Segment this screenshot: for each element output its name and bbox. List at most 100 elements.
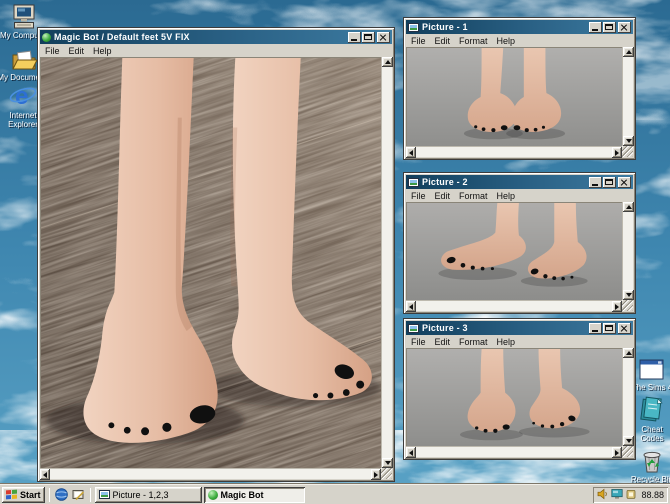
feet-render-3 xyxy=(407,349,622,446)
close-icon[interactable] xyxy=(618,22,631,33)
magic-bot-render-viewport xyxy=(40,57,381,468)
horizontal-scrollbar[interactable] xyxy=(406,300,622,311)
close-icon[interactable] xyxy=(377,32,390,43)
minimize-icon[interactable] xyxy=(589,177,602,188)
menu-item-file[interactable]: File xyxy=(411,191,426,201)
resize-grip[interactable] xyxy=(381,468,392,479)
window-title: Picture - 2 xyxy=(422,177,586,187)
menu-item-format[interactable]: Format xyxy=(459,36,488,46)
menu-item-edit[interactable]: Edit xyxy=(435,36,451,46)
horizontal-scrollbar[interactable] xyxy=(406,146,622,157)
scroll-down-icon[interactable] xyxy=(623,136,634,146)
volume-icon[interactable] xyxy=(597,488,609,502)
app-window-icon xyxy=(639,355,665,382)
resize-grip[interactable] xyxy=(622,300,633,311)
minimize-icon[interactable] xyxy=(348,32,361,43)
taskbar: Start Picture - 1,2,3 Magic Bot xyxy=(0,484,670,504)
magic-bot-window: Magic Bot / Default feet 5V FIX File Edi… xyxy=(37,27,395,482)
scroll-down-icon[interactable] xyxy=(382,458,393,468)
my-computer-icon xyxy=(12,3,36,30)
vertical-scrollbar[interactable] xyxy=(622,47,633,146)
magic-bot-orb-icon xyxy=(208,490,218,500)
magic-bot-menubar: File Edit Help xyxy=(40,44,392,57)
start-button[interactable]: Start xyxy=(2,487,45,503)
taskbar-task-magic-bot[interactable]: Magic Bot xyxy=(204,487,305,503)
scroll-up-icon[interactable] xyxy=(623,47,634,57)
menu-item-help[interactable]: Help xyxy=(497,337,516,347)
clock: 88.88 xyxy=(641,490,664,500)
maximize-icon[interactable] xyxy=(362,32,375,43)
close-icon[interactable] xyxy=(618,323,631,334)
window-title: Magic Bot / Default feet 5V FIX xyxy=(54,32,345,42)
taskbar-task-pictures[interactable]: Picture - 1,2,3 xyxy=(95,487,202,503)
close-icon[interactable] xyxy=(618,177,631,188)
picture-2-menubar: File Edit Format Help xyxy=(406,189,633,202)
menu-item-format[interactable]: Format xyxy=(459,191,488,201)
menu-item-file[interactable]: File xyxy=(45,46,60,56)
minimize-icon[interactable] xyxy=(589,323,602,334)
scroll-left-icon[interactable] xyxy=(406,147,416,158)
scroll-left-icon[interactable] xyxy=(406,447,416,458)
task-label: Picture - 1,2,3 xyxy=(113,490,169,500)
maximize-icon[interactable] xyxy=(603,177,616,188)
picture-icon xyxy=(408,178,419,187)
scroll-right-icon[interactable] xyxy=(612,447,622,458)
maximize-icon[interactable] xyxy=(603,323,616,334)
scroll-left-icon[interactable] xyxy=(40,469,50,480)
display-icon[interactable] xyxy=(611,488,623,502)
picture-2-titlebar[interactable]: Picture - 2 xyxy=(406,175,633,189)
menu-item-help[interactable]: Help xyxy=(93,46,112,56)
picture-2-viewport xyxy=(406,202,622,300)
vertical-scrollbar[interactable] xyxy=(381,57,392,468)
my-documents-icon xyxy=(11,45,37,72)
notebook-icon xyxy=(639,397,665,424)
picture-1-viewport xyxy=(406,47,622,146)
menu-item-file[interactable]: File xyxy=(411,36,426,46)
horizontal-scrollbar[interactable] xyxy=(406,446,622,457)
horizontal-scrollbar[interactable] xyxy=(40,468,381,479)
task-label: Magic Bot xyxy=(221,490,264,500)
vertical-scrollbar[interactable] xyxy=(622,202,633,300)
picture-icon xyxy=(99,490,110,499)
quick-launch-show-desktop-icon[interactable] xyxy=(71,487,86,502)
feet-render-2 xyxy=(407,203,622,300)
picture-3-window: Picture - 3 File Edit Format Help xyxy=(403,318,636,460)
vertical-scrollbar[interactable] xyxy=(622,348,633,446)
picture-1-titlebar[interactable]: Picture - 1 xyxy=(406,20,633,34)
internet-explorer-icon: e xyxy=(9,83,37,110)
scroll-up-icon[interactable] xyxy=(623,202,634,212)
start-label: Start xyxy=(20,490,41,500)
minimize-icon[interactable] xyxy=(589,22,602,33)
quick-launch-ie-globe-icon[interactable] xyxy=(54,487,69,502)
windows-logo-icon xyxy=(6,490,17,500)
scroll-up-icon[interactable] xyxy=(382,57,393,67)
picture-icon xyxy=(408,324,419,333)
tray-app-icon[interactable] xyxy=(625,488,637,502)
window-title: Picture - 3 xyxy=(422,323,586,333)
scroll-up-icon[interactable] xyxy=(623,348,634,358)
scroll-right-icon[interactable] xyxy=(371,469,381,480)
picture-3-menubar: File Edit Format Help xyxy=(406,335,633,348)
resize-grip[interactable] xyxy=(622,146,633,157)
menu-item-edit[interactable]: Edit xyxy=(69,46,85,56)
magic-bot-orb-icon xyxy=(42,33,51,42)
scroll-left-icon[interactable] xyxy=(406,301,416,312)
menu-item-help[interactable]: Help xyxy=(497,36,516,46)
scroll-right-icon[interactable] xyxy=(612,301,622,312)
window-title: Picture - 1 xyxy=(422,22,586,32)
maximize-icon[interactable] xyxy=(603,22,616,33)
menu-item-edit[interactable]: Edit xyxy=(435,337,451,347)
desktop-icon-label: Cheat Codes xyxy=(631,425,670,443)
menu-item-edit[interactable]: Edit xyxy=(435,191,451,201)
magic-bot-titlebar[interactable]: Magic Bot / Default feet 5V FIX xyxy=(40,30,392,44)
scroll-down-icon[interactable] xyxy=(623,436,634,446)
desktop-icon-label: The Sims 4 xyxy=(632,383,670,392)
menu-item-format[interactable]: Format xyxy=(459,337,488,347)
menu-item-file[interactable]: File xyxy=(411,337,426,347)
scroll-down-icon[interactable] xyxy=(623,290,634,300)
scroll-right-icon[interactable] xyxy=(612,147,622,158)
picture-icon xyxy=(408,23,419,32)
resize-grip[interactable] xyxy=(622,446,633,457)
menu-item-help[interactable]: Help xyxy=(497,191,516,201)
picture-3-titlebar[interactable]: Picture - 3 xyxy=(406,321,633,335)
